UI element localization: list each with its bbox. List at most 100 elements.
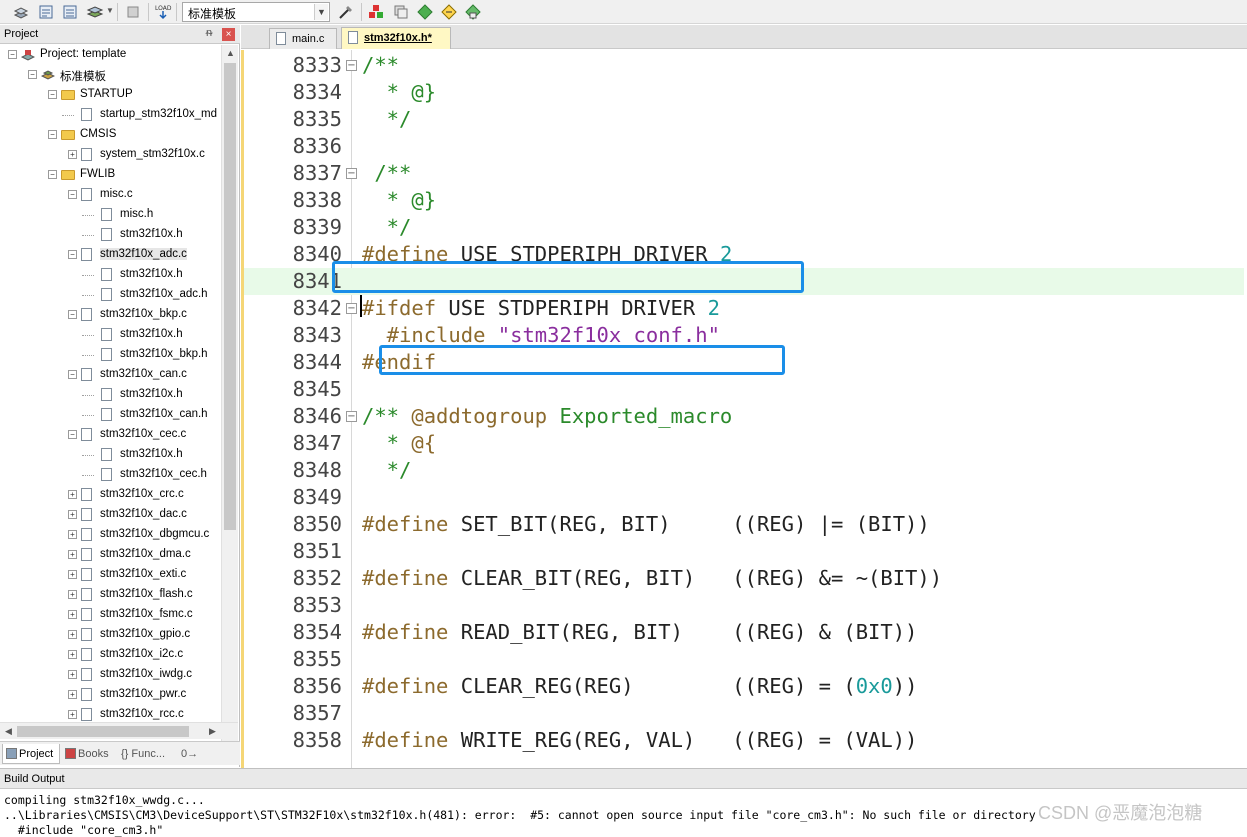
expand-icon[interactable]: + bbox=[68, 150, 77, 159]
scrollbar-thumb[interactable] bbox=[224, 63, 236, 530]
tree-file[interactable]: + stm32f10x_flash.c bbox=[0, 585, 221, 605]
tree-file[interactable]: + stm32f10x_dac.c bbox=[0, 505, 221, 525]
panel-tab[interactable]: Books bbox=[62, 744, 116, 764]
collapse-icon[interactable]: − bbox=[28, 70, 37, 79]
scroll-left-icon[interactable]: ◀ bbox=[0, 723, 17, 740]
expand-icon[interactable]: + bbox=[68, 570, 77, 579]
collapse-icon[interactable]: − bbox=[68, 190, 77, 199]
expand-icon[interactable]: + bbox=[68, 510, 77, 519]
collapse-icon[interactable]: − bbox=[68, 430, 77, 439]
batch-build-icon[interactable] bbox=[86, 3, 104, 21]
code-line[interactable]: 8345 bbox=[244, 376, 1244, 403]
tree-file[interactable]: + stm32f10x_exti.c bbox=[0, 565, 221, 585]
tree-file[interactable]: stm32f10x.h bbox=[0, 225, 221, 245]
tree-horizontal-scrollbar[interactable]: ◀ ▶ bbox=[0, 722, 238, 739]
tree-file[interactable]: + stm32f10x_pwr.c bbox=[0, 685, 221, 705]
collapse-icon[interactable]: − bbox=[48, 170, 57, 179]
tree-file[interactable]: stm32f10x_adc.h bbox=[0, 285, 221, 305]
tree-file[interactable]: stm32f10x.h bbox=[0, 385, 221, 405]
chevron-down-icon[interactable]: ▼ bbox=[314, 4, 328, 20]
scrollbar-thumb[interactable] bbox=[17, 726, 189, 737]
tree-file[interactable]: − misc.c bbox=[0, 185, 221, 205]
expand-icon[interactable]: + bbox=[68, 490, 77, 499]
tree-file[interactable]: + stm32f10x_dbgmcu.c bbox=[0, 525, 221, 545]
select-pack-icon[interactable] bbox=[464, 3, 482, 21]
panel-tab[interactable]: Project bbox=[2, 744, 60, 764]
rebuild-icon[interactable] bbox=[61, 3, 79, 21]
expand-icon[interactable]: + bbox=[68, 630, 77, 639]
code-line[interactable]: 8333−/** bbox=[244, 52, 1244, 79]
tree-file[interactable]: − stm32f10x_bkp.c bbox=[0, 305, 221, 325]
tree-target[interactable]: − 标准模板 bbox=[0, 65, 221, 85]
collapse-icon[interactable]: − bbox=[68, 370, 77, 379]
code-line[interactable]: 8353 bbox=[244, 592, 1244, 619]
tree-file[interactable]: + stm32f10x_i2c.c bbox=[0, 645, 221, 665]
tree-file[interactable]: + stm32f10x_dma.c bbox=[0, 545, 221, 565]
code-line[interactable]: 8346−/** @addtogroup Exported_macro bbox=[244, 403, 1244, 430]
code-line[interactable]: 8337− /** bbox=[244, 160, 1244, 187]
expand-icon[interactable]: + bbox=[68, 650, 77, 659]
tree-file[interactable]: − stm32f10x_can.c bbox=[0, 365, 221, 385]
fold-toggle-icon[interactable]: − bbox=[346, 60, 357, 71]
tree-folder[interactable]: − STARTUP bbox=[0, 85, 221, 105]
scroll-right-icon[interactable]: ▶ bbox=[204, 723, 221, 740]
code-line[interactable]: 8336 bbox=[244, 133, 1244, 160]
tree-file[interactable]: stm32f10x.h bbox=[0, 265, 221, 285]
collapse-icon[interactable]: − bbox=[48, 130, 57, 139]
code-line[interactable]: 8347 * @{ bbox=[244, 430, 1244, 457]
editor-tab[interactable]: stm32f10x.h* bbox=[341, 27, 451, 49]
dropdown-arrow-icon[interactable]: ▼ bbox=[106, 6, 114, 15]
tree-file[interactable]: misc.h bbox=[0, 205, 221, 225]
tree-file[interactable]: stm32f10x_bkp.h bbox=[0, 345, 221, 365]
expand-icon[interactable]: + bbox=[68, 610, 77, 619]
tree-file[interactable]: + stm32f10x_iwdg.c bbox=[0, 665, 221, 685]
tree-file[interactable]: + stm32f10x_fsmc.c bbox=[0, 605, 221, 625]
tree-file[interactable]: + stm32f10x_crc.c bbox=[0, 485, 221, 505]
tree-file[interactable]: + stm32f10x_gpio.c bbox=[0, 625, 221, 645]
code-line[interactable]: 8354 #define READ_BIT(REG, BIT) ((REG) & … bbox=[244, 619, 1244, 646]
code-line[interactable]: 8339 */ bbox=[244, 214, 1244, 241]
expand-icon[interactable]: + bbox=[68, 710, 77, 719]
tree-file[interactable]: stm32f10x_can.h bbox=[0, 405, 221, 425]
code-line[interactable]: 8351 bbox=[244, 538, 1244, 565]
code-line[interactable]: 8342− #ifdef USE STDPERIPH DRIVER 2 bbox=[244, 295, 1244, 322]
panel-tab[interactable]: {} Func... bbox=[118, 744, 176, 764]
debug-diamond-icon[interactable] bbox=[416, 3, 434, 21]
tree-root[interactable]: − Project: template bbox=[0, 45, 221, 65]
fold-toggle-icon[interactable]: − bbox=[346, 168, 357, 179]
code-editor[interactable]: 8333−/** 8334 * @} 8335 */8336 8337− /** 833… bbox=[241, 50, 1247, 768]
code-line[interactable]: 8349 bbox=[244, 484, 1244, 511]
tree-file[interactable]: startup_stm32f10x_md bbox=[0, 105, 221, 125]
code-line[interactable]: 8355 bbox=[244, 646, 1244, 673]
collapse-icon[interactable]: − bbox=[68, 250, 77, 259]
code-line[interactable]: 8357 bbox=[244, 700, 1244, 727]
manage-components-icon[interactable] bbox=[367, 3, 385, 21]
code-line[interactable]: 8350 #define SET_BIT(REG, BIT) ((REG) |= … bbox=[244, 511, 1244, 538]
tree-vertical-scrollbar[interactable]: ▲ ▼ bbox=[221, 45, 238, 741]
copy-icon[interactable] bbox=[392, 3, 410, 21]
editor-tab[interactable]: main.c bbox=[269, 28, 337, 49]
code-line[interactable]: 8356 #define CLEAR_REG(REG) ((REG) = (0x0… bbox=[244, 673, 1244, 700]
tree-folder[interactable]: − FWLIB bbox=[0, 165, 221, 185]
fold-toggle-icon[interactable]: − bbox=[346, 303, 357, 314]
target-options-icon[interactable] bbox=[337, 3, 355, 21]
tree-file[interactable]: stm32f10x.h bbox=[0, 325, 221, 345]
code-line[interactable]: 8348 */ bbox=[244, 457, 1244, 484]
code-line[interactable]: 8334 * @} bbox=[244, 79, 1244, 106]
stop-build-icon[interactable] bbox=[124, 3, 142, 21]
code-line[interactable]: 8338 * @} bbox=[244, 187, 1244, 214]
scroll-up-icon[interactable]: ▲ bbox=[222, 45, 239, 62]
tree-file[interactable]: stm32f10x.h bbox=[0, 445, 221, 465]
panel-tab[interactable]: 0→ Temp... bbox=[178, 744, 236, 780]
fold-toggle-icon[interactable]: − bbox=[346, 411, 357, 422]
code-line[interactable]: 8352 #define CLEAR_BIT(REG, BIT) ((REG) &… bbox=[244, 565, 1244, 592]
collapse-icon[interactable]: − bbox=[68, 310, 77, 319]
tree-folder[interactable]: − CMSIS bbox=[0, 125, 221, 145]
expand-icon[interactable]: + bbox=[68, 690, 77, 699]
close-icon[interactable]: × bbox=[222, 28, 235, 41]
code-line[interactable]: 8335 */ bbox=[244, 106, 1244, 133]
build-icon[interactable] bbox=[37, 3, 55, 21]
collapse-icon[interactable]: − bbox=[8, 50, 17, 59]
target-select[interactable]: 标准模板 ▼ bbox=[182, 2, 330, 22]
expand-icon[interactable]: + bbox=[68, 590, 77, 599]
